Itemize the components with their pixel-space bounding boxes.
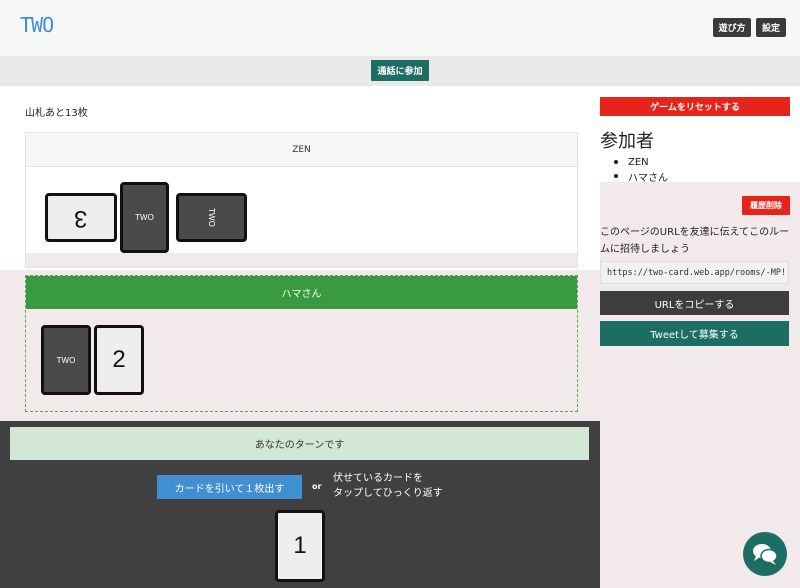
settings-button[interactable]: 設定 [756, 18, 786, 37]
reset-game-button[interactable]: ゲームをリセットする [600, 97, 790, 116]
my-card[interactable]: 1 [275, 510, 325, 582]
card-hama-1[interactable]: TWO [41, 325, 91, 395]
player-name-hama: ハマさん [26, 276, 577, 309]
or-separator: or [312, 482, 322, 491]
card-zen-1[interactable]: 3 [45, 193, 117, 242]
join-call-button[interactable]: 通話に参加 [371, 60, 429, 81]
chat-bubbles-icon [753, 544, 778, 565]
room-url-field[interactable]: https://two-card.web.app/rooms/-MP! [600, 261, 789, 284]
card-value: 1 [293, 532, 307, 559]
clear-history-button[interactable]: 履歴削除 [742, 196, 790, 215]
card-value: 2 [112, 346, 126, 373]
flip-hint: 伏せているカードを タップしてひっくり返す [333, 471, 473, 501]
participants-list: ZEN ハマさん [614, 155, 668, 184]
deck-remaining-count: 山札あと13枚 [25, 108, 88, 119]
app-header [0, 0, 800, 56]
invite-instructions: このページのURLを友達に伝えてこのルームに招待しましょう [600, 227, 790, 255]
participants-heading: 参加者 [600, 131, 654, 152]
chat-button[interactable] [743, 532, 787, 576]
card-back-label: TWO [206, 208, 216, 227]
participant-item: ハマさん [614, 169, 668, 184]
card-zen-3[interactable]: TWO [176, 193, 247, 242]
turn-message: あなたのターンです [10, 427, 589, 460]
app-logo[interactable]: TWO [20, 13, 54, 37]
tweet-recruit-button[interactable]: Tweetして募集する [600, 321, 789, 346]
participant-item: ZEN [614, 155, 668, 169]
flip-hint-line1: 伏せているカードを [333, 473, 423, 484]
card-zen-2[interactable]: TWO [120, 182, 169, 253]
card-back-label: TWO [135, 213, 154, 222]
how-to-play-button[interactable]: 遊び方 [713, 18, 751, 37]
card-back-label: TWO [56, 355, 76, 365]
draw-card-button[interactable]: カードを引いて１枚出す [157, 475, 302, 499]
card-hama-2[interactable]: 2 [94, 325, 144, 395]
flip-hint-line2: タップしてひっくり返す [333, 488, 443, 499]
card-value: 3 [74, 204, 88, 232]
copy-url-button[interactable]: URLをコピーする [600, 291, 789, 315]
player-name-zen: ZEN [26, 133, 577, 167]
panel-footer [26, 253, 577, 267]
